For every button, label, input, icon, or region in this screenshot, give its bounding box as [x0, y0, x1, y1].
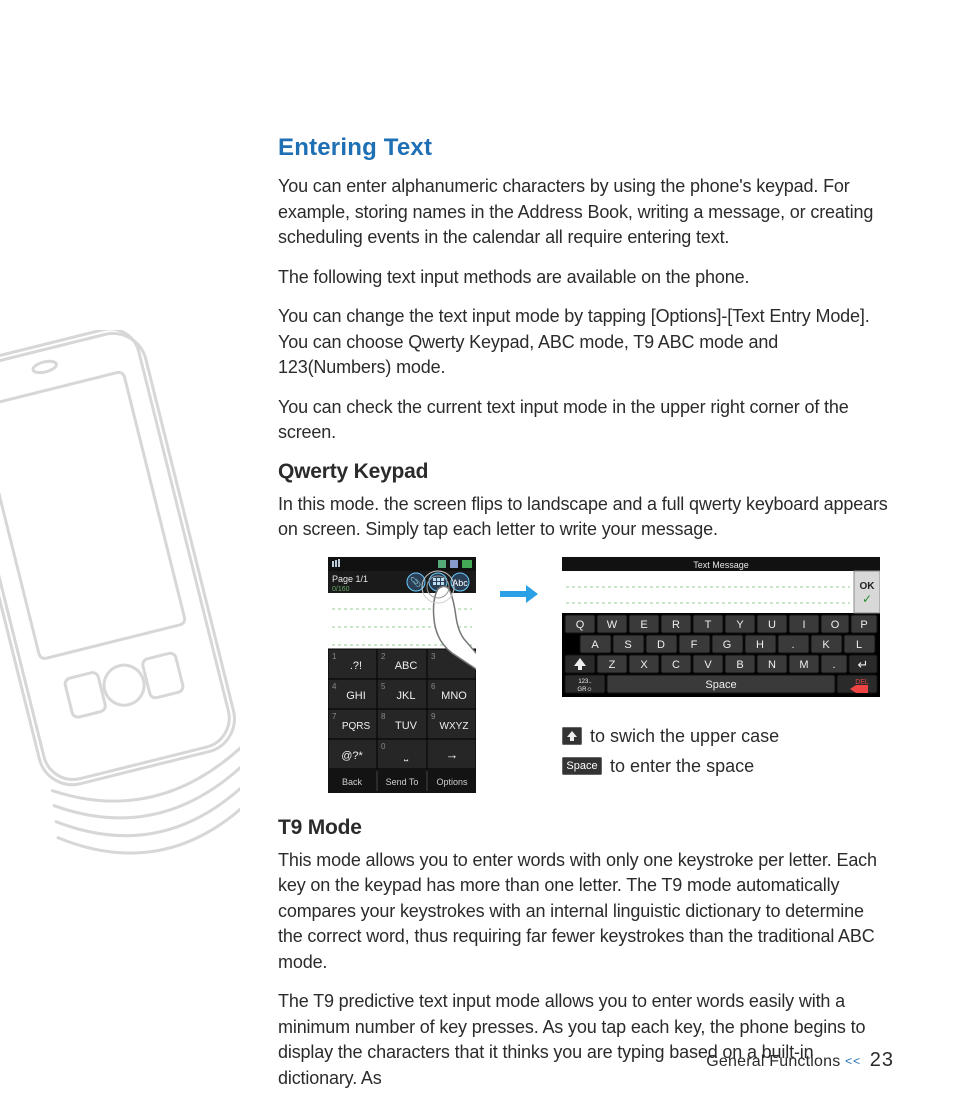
svg-text:Y: Y: [736, 619, 744, 631]
svg-text:H: H: [756, 639, 764, 651]
t9-heading: T9 Mode: [278, 816, 892, 840]
svg-text:E: E: [640, 619, 647, 631]
shift-key-icon: [562, 727, 582, 745]
svg-text:OK: OK: [860, 581, 876, 592]
svg-text:GR☺: GR☺: [577, 687, 592, 693]
svg-text:📎: 📎: [410, 576, 421, 588]
svg-text:GHI: GHI: [346, 690, 366, 702]
svg-text:S: S: [624, 639, 631, 651]
legend-shift-text: to swich the upper case: [590, 722, 779, 750]
phone-outline-decoration: [0, 330, 240, 890]
footer-chevrons: <<: [845, 1054, 861, 1068]
svg-text:DEL: DEL: [855, 679, 869, 686]
svg-text:→: →: [446, 747, 459, 762]
arrow-icon: [500, 585, 538, 608]
landscape-qwerty-screenshot: Text Message OK ✓ Q W: [562, 557, 880, 702]
section-title: Entering Text: [278, 134, 892, 162]
char-counter: 0/160: [332, 586, 350, 593]
svg-text:PQRS: PQRS: [342, 721, 371, 732]
svg-text:TUV: TUV: [395, 720, 418, 732]
footer-label: General Functions: [706, 1053, 840, 1070]
svg-text:N: N: [768, 659, 776, 671]
svg-text:.: .: [832, 659, 835, 671]
svg-text:123..: 123..: [578, 679, 592, 685]
body-text: In this mode. the screen flips to landsc…: [278, 492, 892, 543]
svg-text:M: M: [799, 659, 808, 671]
body-text: The following text input methods are ava…: [278, 265, 892, 291]
svg-text:ABC: ABC: [395, 660, 418, 672]
svg-text:F: F: [691, 639, 698, 651]
svg-text:˽: ˽: [404, 750, 409, 762]
svg-text:Text Message: Text Message: [693, 560, 749, 570]
page-label: Page 1/1: [332, 574, 368, 584]
svg-text:T: T: [705, 619, 712, 631]
legend: to swich the upper case Space to enter t…: [562, 722, 880, 780]
svg-text:6: 6: [431, 682, 436, 691]
svg-text:↵: ↵: [858, 657, 869, 672]
legend-space-text: to enter the space: [610, 752, 754, 780]
svg-text:X: X: [640, 659, 648, 671]
portrait-keypad-screenshot: Page 1/1 0/160 📎 Abc 1.?! 2 ABC: [328, 557, 476, 798]
svg-text:A: A: [591, 639, 599, 651]
svg-text:Space: Space: [705, 679, 736, 691]
svg-text:8: 8: [381, 712, 386, 721]
svg-text:0: 0: [381, 742, 386, 751]
svg-text:JKL: JKL: [397, 690, 416, 702]
svg-text:Z: Z: [609, 659, 616, 671]
svg-text:9: 9: [431, 712, 436, 721]
svg-text:7: 7: [332, 712, 337, 721]
svg-text:✓: ✓: [862, 592, 872, 606]
svg-text:.: .: [791, 639, 794, 651]
svg-text:Abc: Abc: [452, 578, 468, 588]
svg-text:Send To: Send To: [386, 777, 419, 787]
svg-text:1: 1: [332, 652, 337, 661]
svg-text:C: C: [672, 659, 680, 671]
svg-text:L: L: [856, 639, 862, 651]
body-text: This mode allows you to enter words with…: [278, 848, 892, 976]
page-footer: General Functions << 23: [706, 1049, 894, 1072]
body-text: The T9 predictive text input mode allows…: [278, 989, 892, 1091]
svg-text:.?!: .?!: [350, 660, 362, 672]
content-column: Entering Text You can enter alphanumeric…: [278, 134, 892, 1105]
svg-text:W: W: [607, 619, 618, 631]
svg-text:Options: Options: [436, 777, 468, 787]
svg-text:O: O: [831, 619, 840, 631]
svg-text:I: I: [802, 619, 805, 631]
qwerty-heading: Qwerty Keypad: [278, 460, 892, 484]
space-key-icon: Space: [562, 757, 602, 775]
svg-text:4: 4: [332, 682, 337, 691]
svg-text:Q: Q: [576, 619, 585, 631]
figure-row: Page 1/1 0/160 📎 Abc 1.?! 2ABC: [328, 557, 892, 798]
svg-text:K: K: [822, 639, 830, 651]
body-text: You can change the text input mode by ta…: [278, 304, 892, 381]
svg-text:U: U: [768, 619, 776, 631]
svg-text:3: 3: [431, 652, 436, 661]
svg-text:D: D: [657, 639, 665, 651]
svg-text:B: B: [736, 659, 743, 671]
svg-text:WXYZ: WXYZ: [440, 721, 469, 732]
body-text: You can check the current text input mod…: [278, 395, 892, 446]
svg-text:5: 5: [381, 682, 386, 691]
svg-text:R: R: [672, 619, 680, 631]
svg-text:2: 2: [381, 652, 386, 661]
svg-text:P: P: [860, 619, 867, 631]
body-text: You can enter alphanumeric characters by…: [278, 174, 892, 251]
svg-text:@?*: @?*: [341, 750, 363, 762]
svg-text:V: V: [704, 659, 712, 671]
svg-text:G: G: [723, 639, 732, 651]
svg-text:Back: Back: [342, 777, 363, 787]
svg-text:MNO: MNO: [441, 690, 467, 702]
page-number: 23: [870, 1049, 894, 1071]
